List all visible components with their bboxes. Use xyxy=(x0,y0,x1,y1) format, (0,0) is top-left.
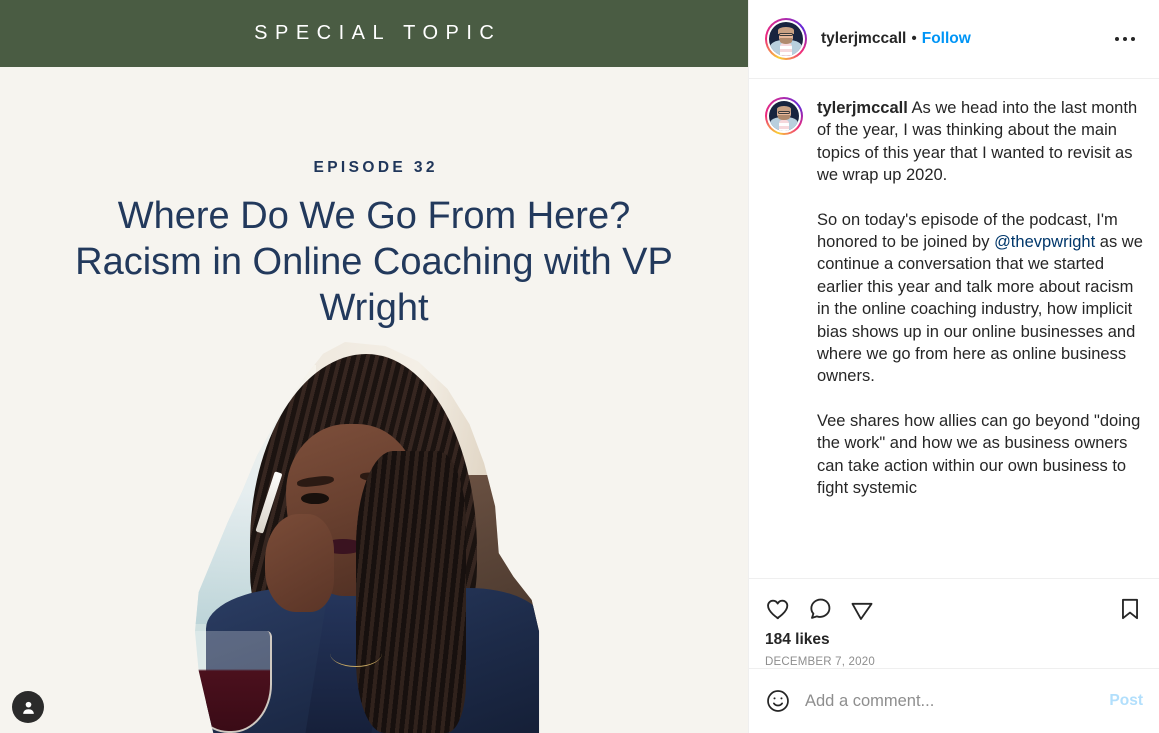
avatar[interactable] xyxy=(765,97,803,135)
avatar-ring-inner xyxy=(767,20,805,58)
post-date: DECEMBER 7, 2020 xyxy=(765,656,875,668)
post-sidebar: tylerjmccall • Follow tylerjmccall As we… xyxy=(748,0,1159,733)
banner-label: SPECIAL TOPIC xyxy=(254,22,502,44)
avatar-image xyxy=(769,22,803,56)
caption-paragraph-3: Vee shares how allies can go beyond "doi… xyxy=(817,411,1141,498)
avatar-glasses xyxy=(779,33,793,37)
heart-icon[interactable] xyxy=(765,596,791,622)
avatar[interactable] xyxy=(765,18,807,60)
comment-bar: Post xyxy=(749,668,1159,733)
caption-spacer-2 xyxy=(817,388,1143,410)
post-actions: 184 likes DECEMBER 7, 2020 xyxy=(749,578,1159,668)
episode-label: EPISODE 32 xyxy=(313,159,438,176)
caption-area[interactable]: tylerjmccall As we head into the last mo… xyxy=(749,79,1159,578)
instagram-post-page: SPECIAL TOPIC EPISODE 32 Where Do We Go … xyxy=(0,0,1159,733)
episode-title: Where Do We Go From Here? Racism in Onli… xyxy=(75,195,673,329)
avatar-glasses xyxy=(778,110,790,114)
avatar-shirt xyxy=(778,119,790,131)
avatar-ring-inner xyxy=(767,99,801,133)
caption-spacer-1 xyxy=(817,187,1143,209)
post-media[interactable]: SPECIAL TOPIC EPISODE 32 Where Do We Go … xyxy=(0,0,748,733)
portrait-necklace xyxy=(330,639,382,667)
share-icon[interactable] xyxy=(849,596,875,622)
avatar-shirt xyxy=(780,43,792,56)
caption-paragraph-2-after: as we continue a conversation that we st… xyxy=(817,233,1143,386)
header-username[interactable]: tylerjmccall xyxy=(821,30,906,48)
post-comment-button[interactable]: Post xyxy=(1099,692,1143,710)
wine-glass xyxy=(194,631,272,733)
special-topic-banner: SPECIAL TOPIC xyxy=(0,0,748,67)
header-separator: • xyxy=(911,30,917,47)
comment-input[interactable] xyxy=(805,691,1100,711)
portrait-braids xyxy=(356,451,466,733)
likes-count[interactable]: 184 likes xyxy=(765,631,1143,649)
person-icon xyxy=(22,701,34,714)
follow-button[interactable]: Follow xyxy=(922,30,971,48)
comment-icon[interactable] xyxy=(807,596,833,622)
emoji-icon[interactable] xyxy=(765,688,791,714)
portrait-hand xyxy=(264,514,335,612)
avatar-beard xyxy=(779,37,793,44)
portrait-cutout xyxy=(194,342,540,733)
portrait-eye-left xyxy=(301,492,329,505)
avatar-image xyxy=(769,101,799,131)
caption-username[interactable]: tylerjmccall xyxy=(817,99,908,117)
caption-row: tylerjmccall As we head into the last mo… xyxy=(765,97,1143,500)
tagged-users-badge[interactable] xyxy=(12,691,44,723)
action-icon-row xyxy=(765,589,1143,629)
post-header: tylerjmccall • Follow xyxy=(749,0,1159,79)
mention-link[interactable]: @thevpwright xyxy=(994,233,1095,251)
guest-portrait-photo xyxy=(184,342,550,733)
caption-avatar-wrap xyxy=(765,97,803,500)
caption-text: tylerjmccall As we head into the last mo… xyxy=(817,97,1143,500)
more-options-icon[interactable] xyxy=(1107,29,1143,49)
bookmark-icon[interactable] xyxy=(1117,596,1143,622)
